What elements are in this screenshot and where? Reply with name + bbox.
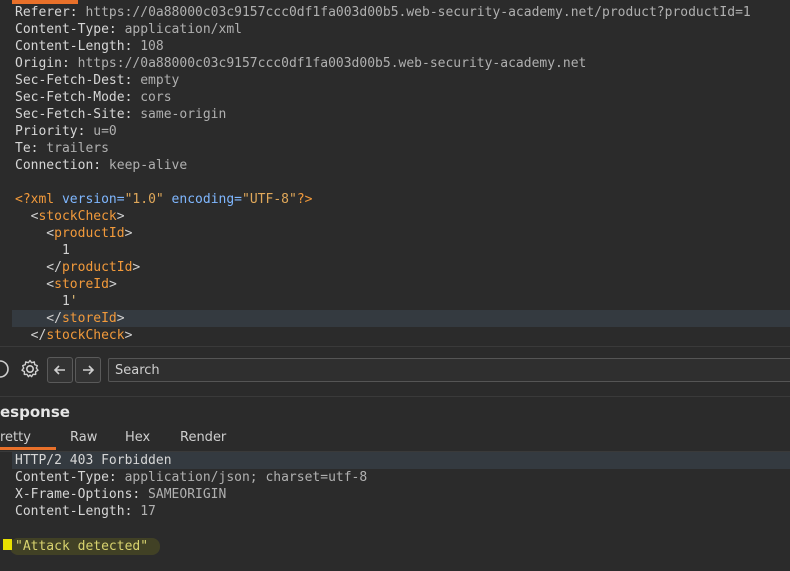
header-line-sec-fetch-site: Sec-Fetch-Site: same-origin xyxy=(15,107,227,122)
resp-header-x-frame-options: X-Frame-Options: SAMEORIGIN xyxy=(15,487,227,502)
xml-declaration: <?xml version="1.0" encoding="UTF-8"?> xyxy=(15,192,313,207)
xml-stockcheck-close: </stockCheck> xyxy=(15,328,133,343)
gear-icon[interactable] xyxy=(18,357,42,381)
active-tab-underline xyxy=(0,447,56,450)
xml-productid-value: 1 xyxy=(61,243,70,258)
header-line-referer: Referer: https://0a88000c03c9157ccc0df1f… xyxy=(15,5,751,20)
current-line-highlight xyxy=(12,310,790,327)
header-line-connection: Connection: keep-alive xyxy=(15,158,188,173)
search-box[interactable] xyxy=(108,358,790,382)
response-title: esponse xyxy=(0,403,70,421)
xml-storeid-open: <storeId> xyxy=(15,277,117,292)
xml-productid-open: <productId> xyxy=(15,226,133,241)
status-line: HTTP/2 403 Forbidden xyxy=(15,453,172,468)
response-body: "Attack detected" xyxy=(15,539,149,554)
xml-productid-close: </productId> xyxy=(15,260,141,275)
tab-pretty[interactable]: retty xyxy=(0,430,31,445)
header-line-content-length: Content-Length: 108 xyxy=(15,39,164,54)
search-input[interactable] xyxy=(115,361,755,379)
response-tabs: retty Raw Hex Render xyxy=(0,426,790,450)
next-arrow-icon[interactable] xyxy=(75,357,101,383)
xml-storeid-close: </storeId> xyxy=(15,311,125,326)
header-line-origin: Origin: https://0a88000c03c9157ccc0df1fa… xyxy=(15,56,587,71)
resp-header-content-type: Content-Type: application/json; charset=… xyxy=(15,470,368,485)
search-match-marker xyxy=(3,539,12,550)
response-header: esponse xyxy=(0,396,790,427)
previous-arrow-icon[interactable] xyxy=(47,357,73,383)
header-line-content-type: Content-Type: application/xml xyxy=(15,22,242,37)
tab-render[interactable]: Render xyxy=(180,430,226,445)
header-line-priority: Priority: u=0 xyxy=(15,124,117,139)
tab-raw[interactable]: Raw xyxy=(70,430,97,445)
header-line-te: Te: trailers xyxy=(15,141,109,156)
request-editor[interactable]: Referer: https://0a88000c03c9157ccc0df1f… xyxy=(0,0,790,346)
resp-header-content-length: Content-Length: 17 xyxy=(15,504,156,519)
header-line-sec-fetch-dest: Sec-Fetch-Dest: empty xyxy=(15,73,180,88)
xml-storeid-value: 1' xyxy=(61,294,78,309)
xml-stockcheck-open: <stockCheck> xyxy=(15,209,125,224)
header-line-sec-fetch-mode: Sec-Fetch-Mode: cors xyxy=(15,90,172,105)
search-toolbar xyxy=(0,346,790,393)
tab-hex[interactable]: Hex xyxy=(125,430,150,445)
help-icon[interactable] xyxy=(0,357,12,381)
